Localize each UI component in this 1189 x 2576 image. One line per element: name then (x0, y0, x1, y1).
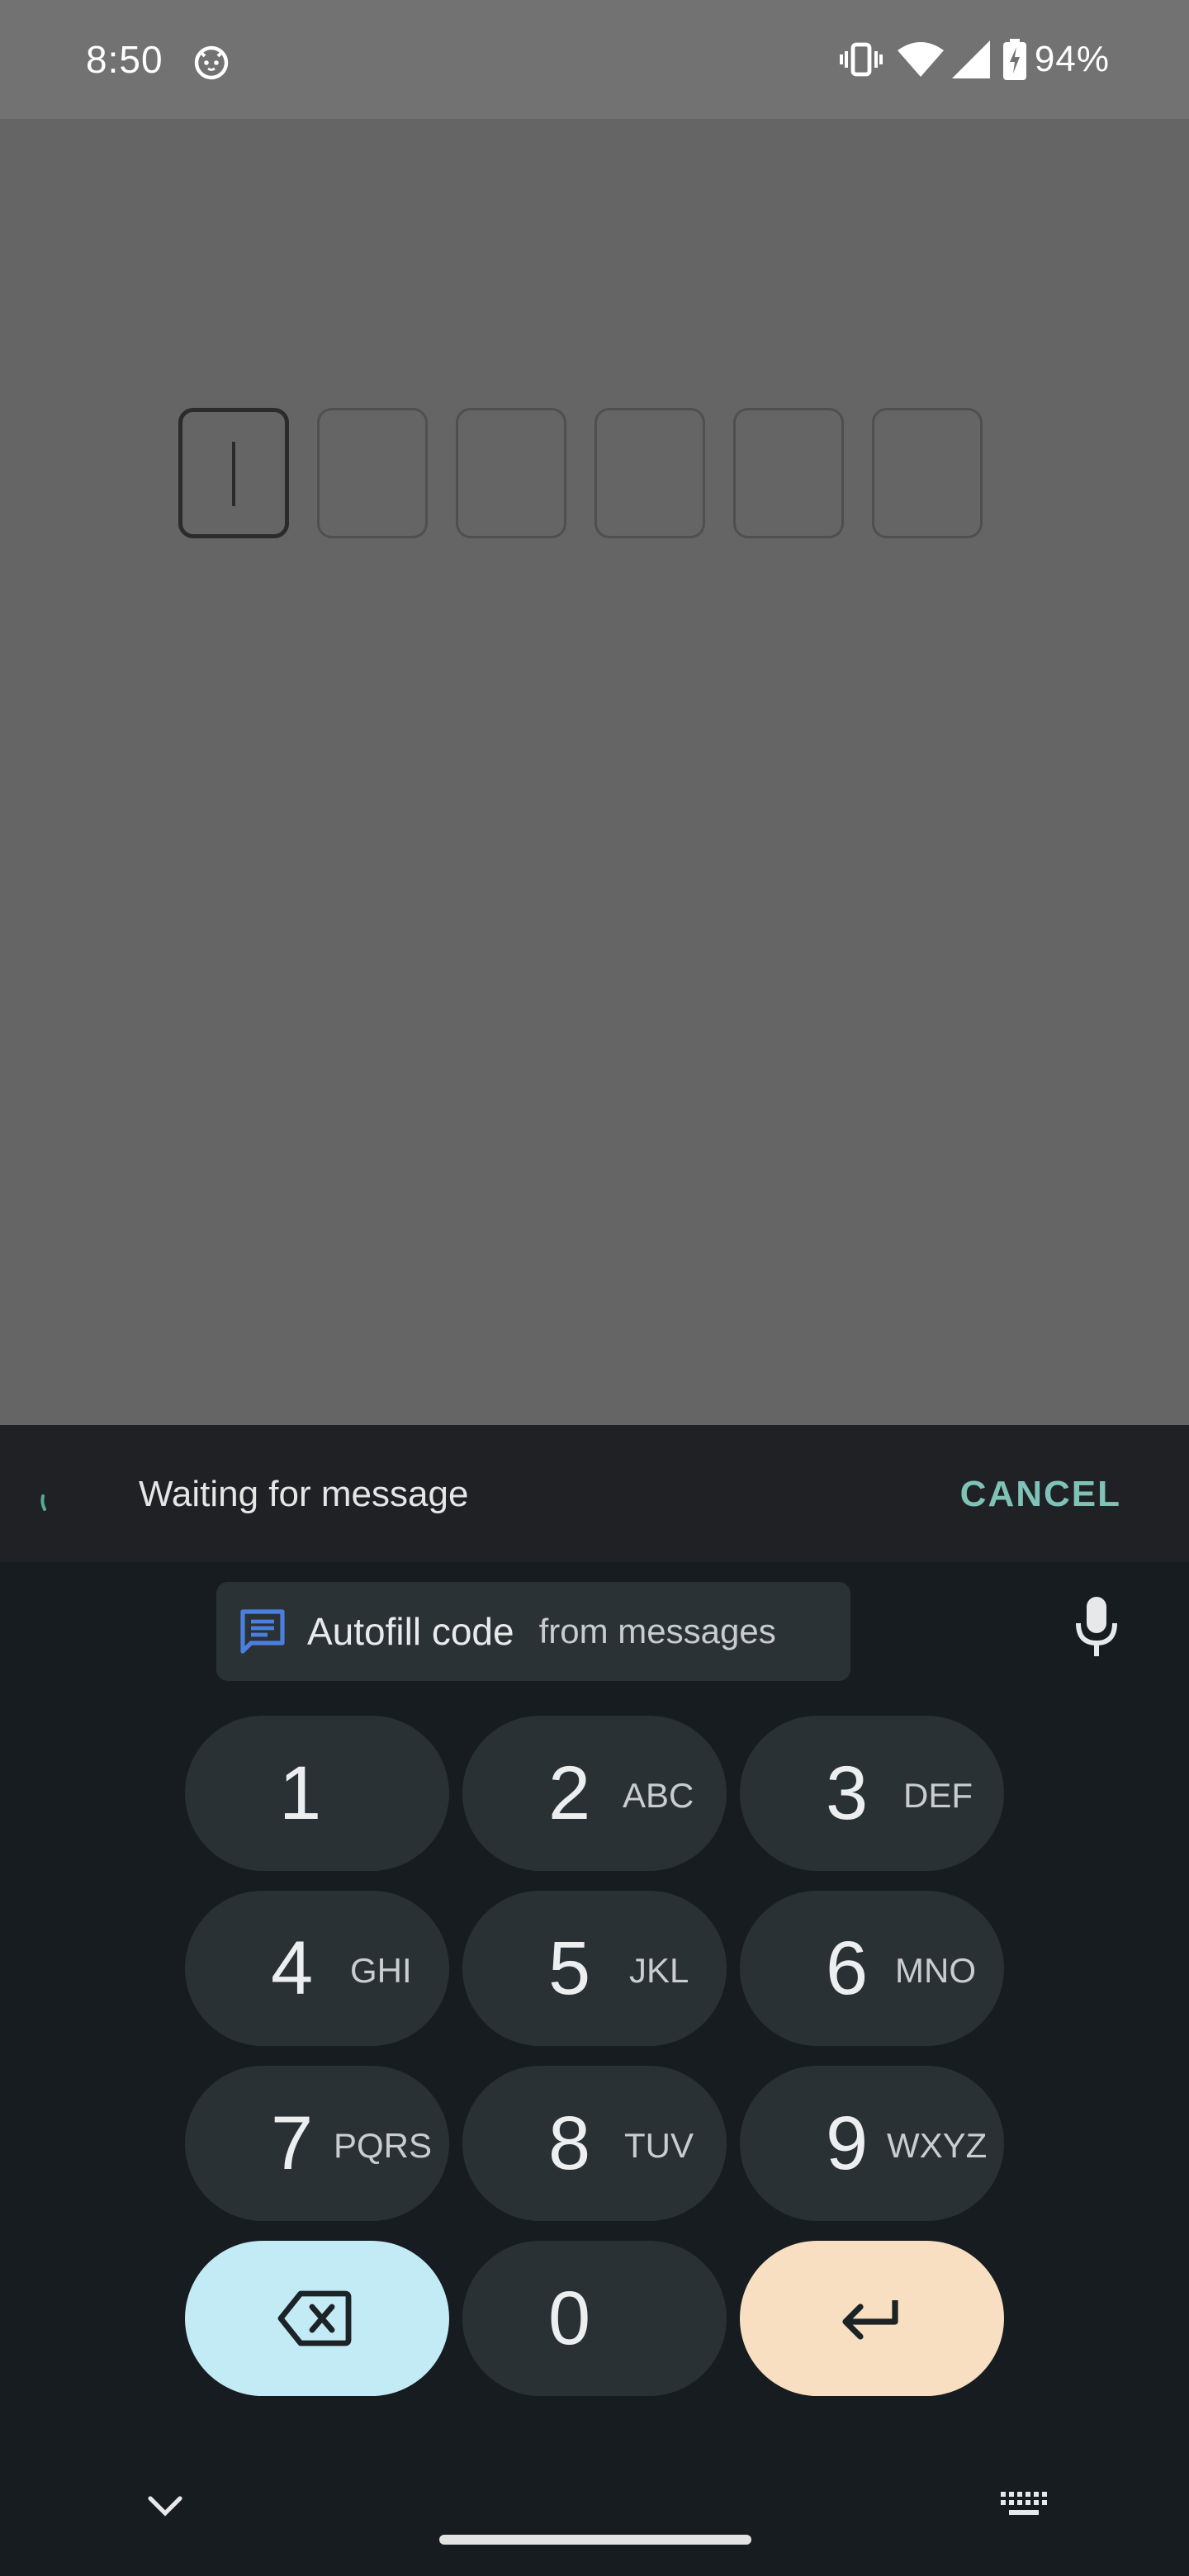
key-digit: 0 (548, 2276, 591, 2361)
wifi-icon (897, 42, 944, 77)
key-3[interactable]: 3 DEF (740, 1716, 1004, 1871)
key-digit: 7 (271, 2101, 314, 2185)
key-digit: 4 (271, 1926, 314, 2010)
backspace-icon (277, 2290, 352, 2346)
signal-icon (951, 40, 990, 78)
key-2[interactable]: 2 ABC (462, 1716, 727, 1871)
status-time: 8:50 (86, 38, 163, 81)
key-digit: 5 (548, 1926, 591, 2010)
key-7[interactable]: 7 PQRS (185, 2066, 449, 2221)
enter-key[interactable] (740, 2241, 1004, 2396)
battery-charging-icon (1002, 39, 1026, 80)
key-letters: ABC (623, 1776, 694, 1815)
key-1[interactable]: 1 (185, 1716, 449, 1871)
otp-digit-box[interactable] (317, 408, 428, 538)
autofill-code-chip[interactable]: Autofill code from messages (216, 1582, 850, 1681)
otp-digit-box[interactable] (872, 408, 983, 538)
key-digit: 8 (548, 2101, 591, 2185)
otp-digit-box[interactable] (178, 408, 289, 538)
key-letters: TUV (624, 2126, 694, 2165)
otp-code-input[interactable] (178, 408, 983, 538)
key-6[interactable]: 6 MNO (740, 1891, 1004, 2046)
backspace-key[interactable] (185, 2241, 449, 2396)
waiting-message-text: Waiting for message (139, 1474, 469, 1514)
autofill-sub-label: from messages (538, 1612, 776, 1650)
battery-percent: 94% (1034, 39, 1110, 79)
mic-icon[interactable] (1073, 1595, 1120, 1658)
key-digit: 3 (826, 1751, 869, 1835)
key-letters: DEF (903, 1776, 973, 1815)
key-9[interactable]: 9 WXYZ (740, 2066, 1004, 2221)
otp-digit-box[interactable] (456, 408, 566, 538)
key-digit: 6 (826, 1926, 869, 2010)
enter-icon (842, 2300, 898, 2340)
key-5[interactable]: 5 JKL (462, 1891, 727, 2046)
status-icons: 94% (839, 33, 1110, 86)
otp-digit-box[interactable] (733, 408, 844, 538)
key-letters: WXYZ (887, 2126, 988, 2165)
autofill-label: Autofill code (307, 1610, 514, 1653)
text-cursor (232, 442, 235, 506)
key-digit: 9 (826, 2101, 869, 2185)
vibrate-icon (839, 42, 883, 77)
key-letters: JKL (629, 1951, 689, 1990)
key-letters: PQRS (334, 2126, 433, 2165)
message-icon (240, 1609, 285, 1654)
cat-notification-icon (194, 45, 229, 80)
key-0[interactable]: 0 (462, 2241, 727, 2396)
key-8[interactable]: 8 TUV (462, 2066, 727, 2221)
key-letters: GHI (350, 1951, 412, 1990)
key-digit: 1 (279, 1751, 322, 1835)
loading-spinner-icon (40, 1494, 46, 1511)
key-digit: 2 (548, 1751, 591, 1835)
chevron-down-icon[interactable] (145, 2492, 185, 2520)
status-bar: 8:50 94% (0, 0, 1189, 119)
gesture-nav-handle[interactable] (439, 2535, 751, 2545)
cancel-button[interactable]: CANCEL (960, 1471, 1121, 1518)
key-letters: MNO (895, 1951, 976, 1990)
key-4[interactable]: 4 GHI (185, 1891, 449, 2046)
keyboard-icon[interactable] (1001, 2492, 1049, 2520)
otp-digit-box[interactable] (594, 408, 705, 538)
